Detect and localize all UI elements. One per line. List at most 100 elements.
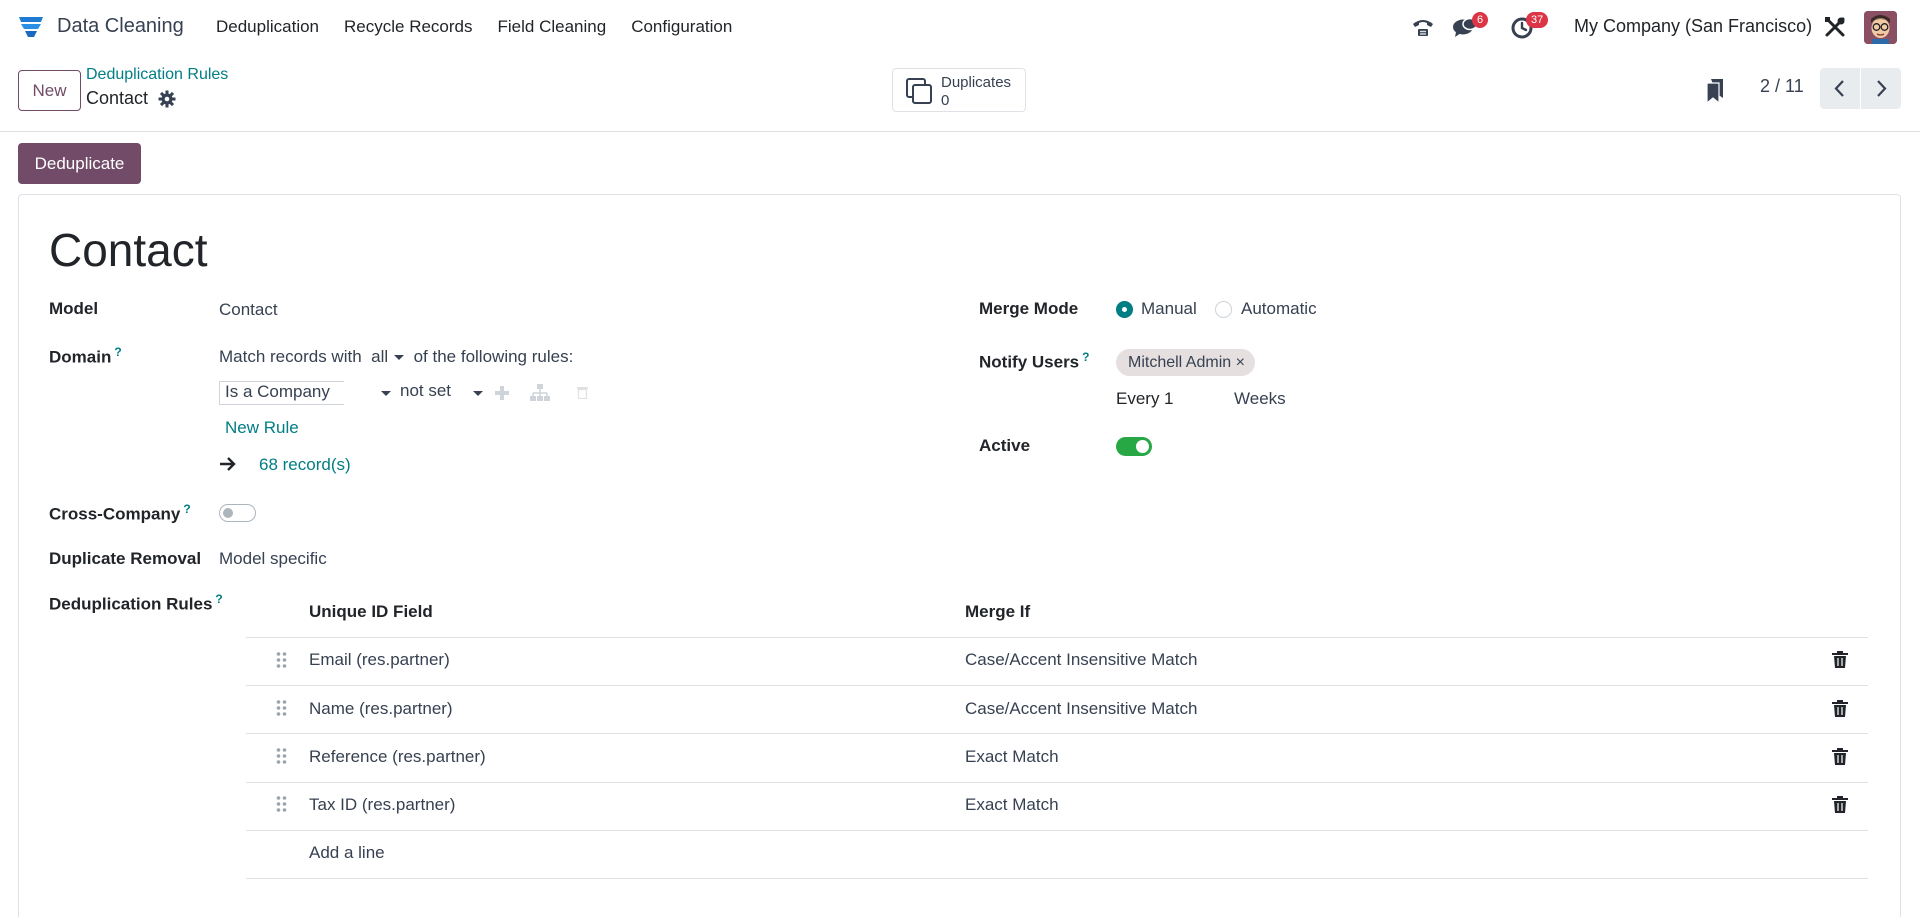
duplicate-removal-value[interactable]: Model specific [219, 549, 327, 569]
caret-down-icon[interactable] [473, 391, 483, 396]
matching-records-link[interactable]: 68 record(s) [259, 455, 351, 475]
bookmark-icon[interactable] [1706, 78, 1724, 104]
avatar-face-icon [1864, 11, 1897, 44]
merge-mode-label: Merge Mode [979, 299, 1079, 318]
domain-help-icon[interactable]: ? [114, 345, 121, 359]
pager-value[interactable]: 2 / 11 [1760, 76, 1804, 97]
table-divider [246, 685, 1868, 686]
domain-label: Domain? [49, 345, 122, 368]
gear-icon[interactable] [158, 90, 176, 108]
column-header-merge-if[interactable]: Merge If [965, 602, 1030, 622]
breadcrumb-current: Contact [86, 88, 149, 108]
merge-mode-automatic-radio[interactable] [1215, 301, 1232, 318]
caret-down-icon [394, 355, 405, 361]
table-divider [246, 782, 1868, 783]
menu-item-deduplication[interactable]: Deduplication [216, 17, 319, 37]
duplicates-smart-button[interactable]: Duplicates 0 [892, 68, 1026, 112]
app-title[interactable]: Data Cleaning [57, 15, 184, 38]
caret-down-icon[interactable] [381, 391, 391, 396]
arrow-right-icon [220, 457, 236, 471]
app-logo-icon[interactable] [18, 15, 44, 39]
control-panel: New Deduplication Rules Contact Duplicat… [0, 54, 1920, 132]
smart-button-value: 0 [941, 92, 950, 109]
phone-icon[interactable] [1410, 14, 1436, 40]
table-divider [246, 878, 1868, 879]
domain-match-value: all [371, 347, 389, 366]
row-merge-if[interactable]: Case/Accent Insensitive Match [965, 650, 1197, 670]
record-title[interactable]: Contact [49, 223, 208, 277]
row-unique-id-field[interactable]: Reference (res.partner) [309, 747, 486, 767]
notify-users-label: Notify Users? [979, 350, 1089, 373]
trash-icon[interactable] [1832, 748, 1848, 765]
cross-company-label: Cross-Company? [49, 502, 191, 525]
cross-company-label-text: Cross-Company [49, 504, 181, 524]
row-merge-if[interactable]: Case/Accent Insensitive Match [965, 699, 1197, 719]
domain-rule-field-select[interactable]: Is a Company [219, 381, 344, 405]
cross-company-toggle[interactable] [219, 504, 256, 522]
trash-icon[interactable] [577, 386, 588, 399]
hierarchy-icon[interactable] [530, 384, 550, 402]
trash-icon[interactable] [1832, 700, 1848, 717]
domain-rule-operator-value: not set [400, 381, 452, 400]
merge-mode-automatic-label[interactable]: Automatic [1241, 299, 1317, 319]
trash-icon[interactable] [1832, 651, 1848, 668]
drag-handle-icon[interactable] [276, 747, 287, 765]
column-header-unique-id-field[interactable]: Unique ID Field [309, 602, 433, 622]
table-divider [246, 733, 1868, 734]
domain-rule-operator-select[interactable]: not set [400, 381, 451, 401]
cross-company-help-icon[interactable]: ? [183, 502, 190, 516]
tag-remove-icon[interactable]: × [1236, 354, 1245, 371]
drag-handle-icon[interactable] [276, 699, 287, 717]
pager-previous-button[interactable] [1820, 68, 1860, 109]
row-merge-if[interactable]: Exact Match [965, 747, 1059, 767]
new-button[interactable]: New [18, 70, 81, 111]
plus-icon[interactable] [494, 385, 510, 401]
duplicate-removal-label: Duplicate Removal [49, 549, 202, 568]
notify-user-tag[interactable]: Mitchell Admin × [1116, 349, 1255, 376]
notify-users-label-text: Notify Users [979, 352, 1080, 372]
trash-icon[interactable] [1832, 796, 1848, 813]
table-divider [246, 637, 1868, 638]
company-switcher[interactable]: My Company (San Francisco) [1574, 16, 1812, 37]
active-label: Active [979, 436, 1031, 455]
row-unique-id-field[interactable]: Tax ID (res.partner) [309, 795, 455, 815]
main-menu: Deduplication Recycle Records Field Clea… [216, 17, 757, 37]
notify-users-help-icon[interactable]: ? [1082, 350, 1089, 364]
notify-every-value[interactable]: 1 [1164, 389, 1173, 409]
user-avatar[interactable] [1864, 11, 1897, 44]
menu-item-configuration[interactable]: Configuration [631, 17, 732, 37]
chevron-left-icon [1834, 80, 1844, 97]
active-toggle[interactable] [1116, 437, 1152, 456]
add-line-link[interactable]: Add a line [309, 843, 385, 863]
new-rule-link[interactable]: New Rule [225, 418, 299, 438]
pager-next-button[interactable] [1861, 68, 1901, 109]
messages-badge: 6 [1472, 12, 1489, 28]
tools-icon[interactable] [1823, 15, 1847, 39]
deduplication-rules-label-text: Deduplication Rules [49, 594, 213, 614]
domain-intro: Match records with all of the following … [219, 347, 573, 367]
deduplicate-button[interactable]: Deduplicate [18, 143, 141, 184]
menu-item-recycle-records[interactable]: Recycle Records [344, 17, 473, 37]
domain-intro-post: of the following rules: [413, 347, 574, 366]
domain-intro-pre: Match records with [219, 347, 362, 366]
top-navbar: Data Cleaning Deduplication Recycle Reco… [0, 0, 1920, 54]
notify-every-unit-select[interactable]: Weeks [1234, 389, 1286, 409]
table-divider [246, 830, 1868, 831]
merge-mode-manual-label[interactable]: Manual [1141, 299, 1197, 319]
row-unique-id-field[interactable]: Email (res.partner) [309, 650, 450, 670]
drag-handle-icon[interactable] [276, 651, 287, 669]
domain-match-select[interactable]: all [371, 347, 405, 366]
chevron-right-icon [1877, 80, 1887, 97]
copy-icon [906, 78, 932, 104]
deduplication-rules-help-icon[interactable]: ? [215, 592, 222, 606]
row-merge-if[interactable]: Exact Match [965, 795, 1059, 815]
breadcrumb-parent[interactable]: Deduplication Rules [86, 66, 228, 84]
deduplication-rules-label: Deduplication Rules? [49, 592, 223, 615]
row-unique-id-field[interactable]: Name (res.partner) [309, 699, 453, 719]
menu-item-field-cleaning[interactable]: Field Cleaning [498, 17, 607, 37]
notify-every-label: Every [1116, 389, 1160, 408]
notify-user-tag-label: Mitchell Admin [1128, 354, 1232, 371]
merge-mode-manual-radio[interactable] [1116, 301, 1133, 318]
drag-handle-icon[interactable] [276, 795, 287, 813]
model-label: Model [49, 299, 99, 318]
